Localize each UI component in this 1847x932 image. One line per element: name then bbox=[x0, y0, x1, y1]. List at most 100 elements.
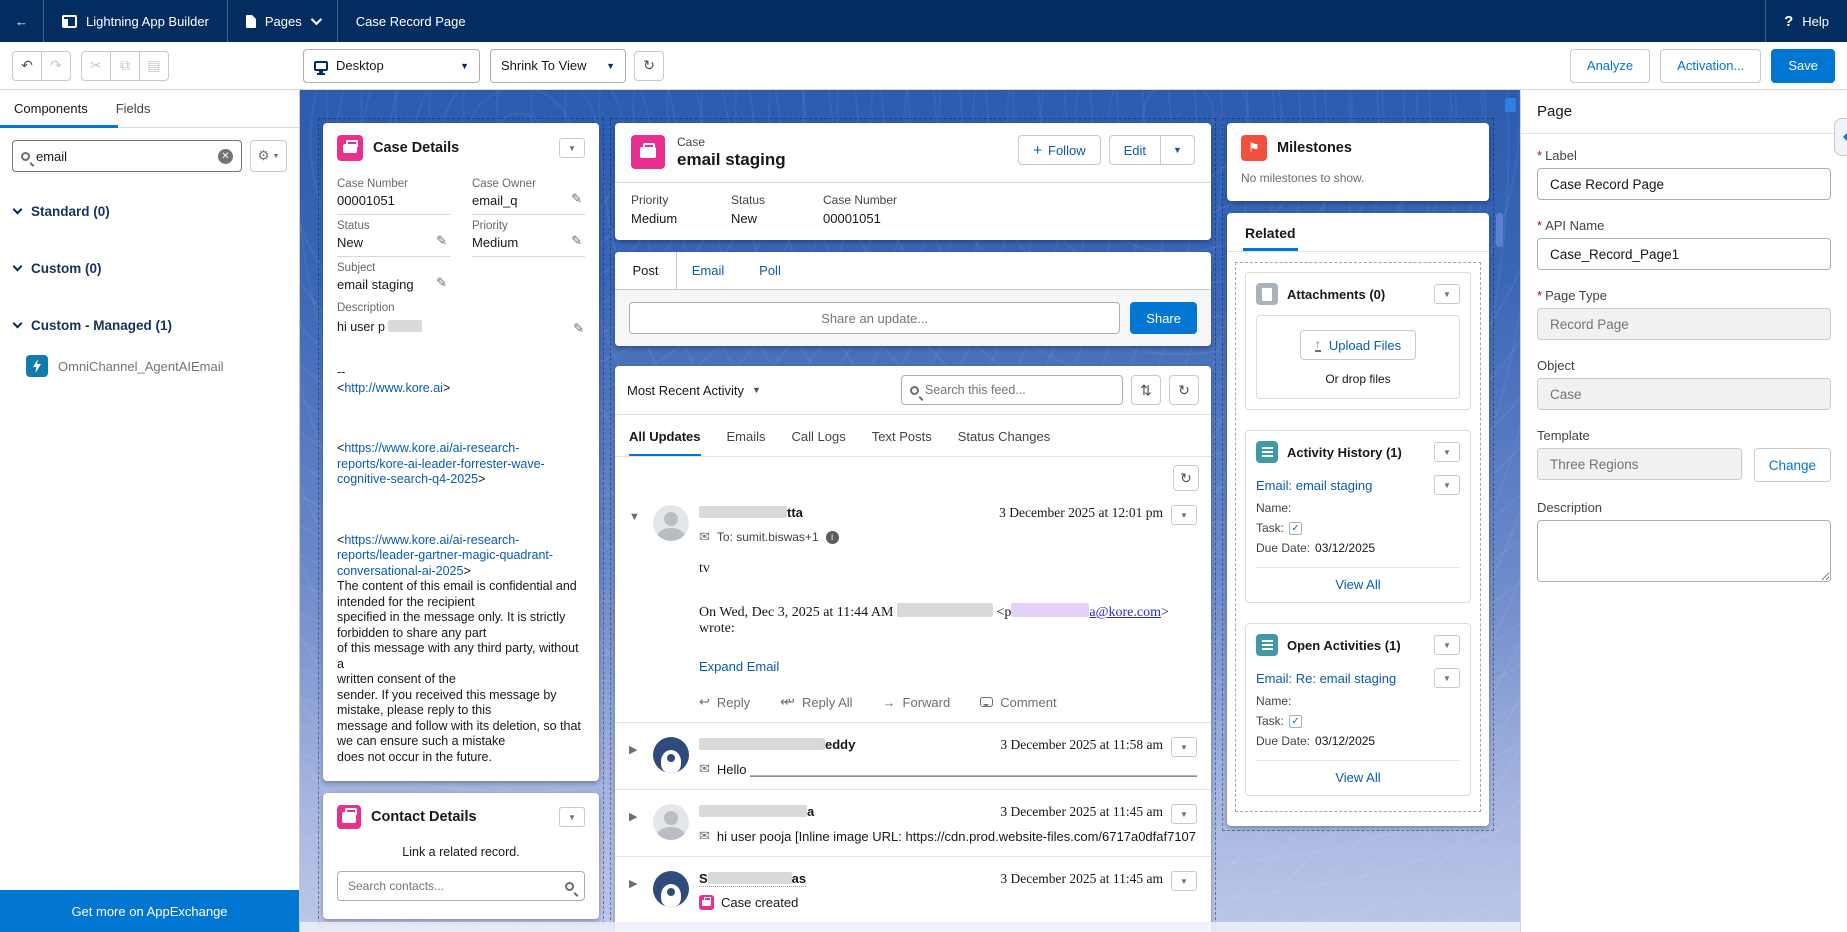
feed-item-menu-button[interactable]: ▼ bbox=[1171, 737, 1197, 757]
feed-author-name[interactable]: eddy bbox=[699, 737, 855, 752]
analyze-button[interactable]: Analyze bbox=[1570, 49, 1650, 83]
view-zoom-select[interactable]: Shrink To View ▼ bbox=[490, 49, 626, 83]
view-all-link[interactable]: View All bbox=[1335, 577, 1380, 592]
row-menu-button[interactable]: ▼ bbox=[1434, 668, 1460, 688]
feed-item-menu-button[interactable]: ▼ bbox=[1171, 505, 1197, 525]
upload-files-button[interactable]: ↑ Upload Files bbox=[1300, 330, 1416, 360]
horizontal-scrollbar[interactable] bbox=[300, 922, 1520, 932]
highlights-panel[interactable]: Case email staging + Follow Edit ▼ bbox=[615, 123, 1211, 240]
card-menu-button[interactable]: ▼ bbox=[1434, 635, 1460, 655]
activation-button[interactable]: Activation... bbox=[1660, 49, 1761, 83]
feed-search-box[interactable] bbox=[901, 375, 1123, 405]
label-input[interactable] bbox=[1537, 168, 1831, 200]
publisher-panel[interactable]: Post Email Poll Share bbox=[615, 252, 1211, 346]
cut-button[interactable]: ✂ bbox=[81, 51, 111, 81]
section-custom-managed[interactable]: Custom - Managed (1) bbox=[14, 310, 299, 340]
expand-email-link[interactable]: Expand Email bbox=[699, 659, 779, 674]
feed-search-input[interactable] bbox=[925, 383, 1114, 397]
edit-pencil-icon[interactable]: ✎ bbox=[570, 193, 586, 204]
section-custom[interactable]: Custom (0) bbox=[14, 253, 299, 283]
feed-sort-select[interactable]: Most Recent Activity ▼ bbox=[627, 383, 761, 398]
device-select[interactable]: Desktop ▼ bbox=[303, 49, 480, 83]
collapse-panel-button[interactable] bbox=[1834, 118, 1847, 156]
edit-button[interactable]: Edit bbox=[1109, 135, 1161, 165]
related-panel[interactable]: Related Attachments (0) ▼ ↑ bbox=[1227, 213, 1489, 826]
reply-all-action[interactable]: ↩↩Reply All bbox=[780, 694, 852, 710]
row-menu-button[interactable]: ▼ bbox=[1434, 475, 1460, 495]
info-icon[interactable]: i bbox=[826, 531, 839, 544]
expand-item-chevron[interactable]: ▶ bbox=[629, 804, 643, 844]
appexchange-banner[interactable]: Get more on AppExchange bbox=[0, 890, 299, 932]
api-name-input[interactable] bbox=[1537, 238, 1831, 270]
gartner-report-link[interactable]: https://www.kore.ai/ai-research-reports/… bbox=[337, 533, 553, 578]
activity-email-link[interactable]: Email: Re: email staging bbox=[1256, 671, 1434, 686]
edit-pencil-icon[interactable]: ✎ bbox=[570, 235, 586, 246]
canvas-scrollbar-thumb[interactable] bbox=[1505, 98, 1516, 112]
feed-author-name[interactable]: Sas bbox=[699, 871, 806, 887]
refresh-button[interactable]: ↻ bbox=[634, 51, 664, 81]
tab-post[interactable]: Post bbox=[615, 252, 677, 289]
contact-details-panel[interactable]: Contact Details ▼ Link a related record. bbox=[323, 793, 599, 919]
undo-button[interactable]: ↶ bbox=[12, 51, 42, 81]
collapse-item-chevron[interactable]: ▼ bbox=[629, 505, 643, 710]
contact-search-box[interactable] bbox=[337, 871, 585, 901]
forrester-report-link[interactable]: https://www.kore.ai/ai-research-reports/… bbox=[337, 441, 545, 486]
help-button[interactable]: ? Help bbox=[1765, 0, 1847, 42]
back-button[interactable]: ← bbox=[0, 0, 44, 42]
copy-button[interactable]: ⧉ bbox=[110, 51, 140, 81]
component-search-input[interactable] bbox=[36, 149, 212, 164]
task-checkbox[interactable]: ✓ bbox=[1289, 522, 1302, 535]
edit-pencil-icon[interactable]: ✎ bbox=[572, 322, 585, 333]
tab-related[interactable]: Related bbox=[1243, 213, 1298, 251]
feed-refresh-button[interactable]: ↻ bbox=[1169, 375, 1199, 405]
file-drop-zone[interactable]: ↑ Upload Files Or drop files bbox=[1256, 315, 1460, 399]
card-menu-button[interactable]: ▼ bbox=[1434, 284, 1460, 304]
more-actions-button[interactable]: ▼ bbox=[1161, 135, 1195, 165]
region-scrollbar-thumb[interactable] bbox=[1496, 213, 1503, 247]
filter-emails[interactable]: Emails bbox=[727, 415, 766, 456]
tab-poll[interactable]: Poll bbox=[739, 252, 801, 289]
share-update-input[interactable] bbox=[629, 302, 1120, 334]
comment-action[interactable]: Comment bbox=[980, 694, 1056, 710]
task-checkbox[interactable]: ✓ bbox=[1289, 715, 1302, 728]
edit-pencil-icon[interactable]: ✎ bbox=[435, 277, 451, 288]
kore-link[interactable]: http://www.kore.ai bbox=[344, 381, 443, 395]
feed-density-button[interactable]: ⇅ bbox=[1131, 375, 1161, 405]
email-address-link[interactable]: a@kore.com bbox=[1089, 605, 1161, 620]
feed-item-menu-button[interactable]: ▼ bbox=[1171, 871, 1197, 891]
component-omnichannel-agent-ai-email[interactable]: OmniChannel_AgentAIEmail bbox=[14, 355, 299, 377]
save-button[interactable]: Save bbox=[1771, 49, 1835, 83]
filter-status-changes[interactable]: Status Changes bbox=[958, 415, 1051, 456]
paste-button[interactable]: ▤ bbox=[139, 51, 169, 81]
follow-button[interactable]: + Follow bbox=[1018, 135, 1100, 165]
component-search-box[interactable]: ✕ bbox=[12, 140, 242, 172]
tab-email[interactable]: Email bbox=[677, 252, 739, 289]
feed-author-name[interactable]: tta bbox=[699, 505, 803, 520]
expand-item-chevron[interactable]: ▶ bbox=[629, 737, 643, 777]
activity-history-card[interactable]: Activity History (1) ▼ Email: email stag… bbox=[1245, 430, 1471, 603]
redo-button[interactable]: ↷ bbox=[41, 51, 71, 81]
component-settings-button[interactable]: ⚙ ▼ bbox=[250, 140, 287, 172]
expand-item-chevron[interactable]: ▶ bbox=[629, 871, 643, 910]
tab-components[interactable]: Components bbox=[0, 90, 102, 127]
filter-text-posts[interactable]: Text Posts bbox=[872, 415, 932, 456]
feed-author-name[interactable]: a bbox=[699, 804, 814, 819]
activity-email-link[interactable]: Email: email staging bbox=[1256, 478, 1434, 493]
section-standard[interactable]: Standard (0) bbox=[14, 196, 299, 226]
forward-action[interactable]: →Forward bbox=[883, 694, 951, 710]
share-button[interactable]: Share bbox=[1130, 302, 1197, 334]
edit-pencil-icon[interactable]: ✎ bbox=[435, 235, 451, 246]
filter-call-logs[interactable]: Call Logs bbox=[792, 415, 846, 456]
feed-panel[interactable]: Most Recent Activity ▼ ⇅ ↻ All Updates E… bbox=[615, 366, 1211, 932]
panel-menu-button[interactable]: ▼ bbox=[559, 138, 585, 158]
milestones-panel[interactable]: ⚑ Milestones No milestones to show. bbox=[1227, 123, 1489, 201]
tab-fields[interactable]: Fields bbox=[102, 90, 165, 127]
case-details-panel[interactable]: Case Details ▼ Case Number 00001051 Case… bbox=[323, 123, 599, 781]
attachments-card[interactable]: Attachments (0) ▼ ↑ Upload Files Or drop… bbox=[1245, 272, 1471, 410]
reply-action[interactable]: ↩Reply bbox=[699, 694, 750, 710]
pages-menu[interactable]: Pages bbox=[228, 0, 338, 42]
open-activities-card[interactable]: Open Activities (1) ▼ Email: Re: email s… bbox=[1245, 623, 1471, 796]
panel-menu-button[interactable]: ▼ bbox=[559, 807, 585, 827]
view-all-link[interactable]: View All bbox=[1335, 770, 1380, 785]
change-template-button[interactable]: Change bbox=[1754, 448, 1831, 482]
